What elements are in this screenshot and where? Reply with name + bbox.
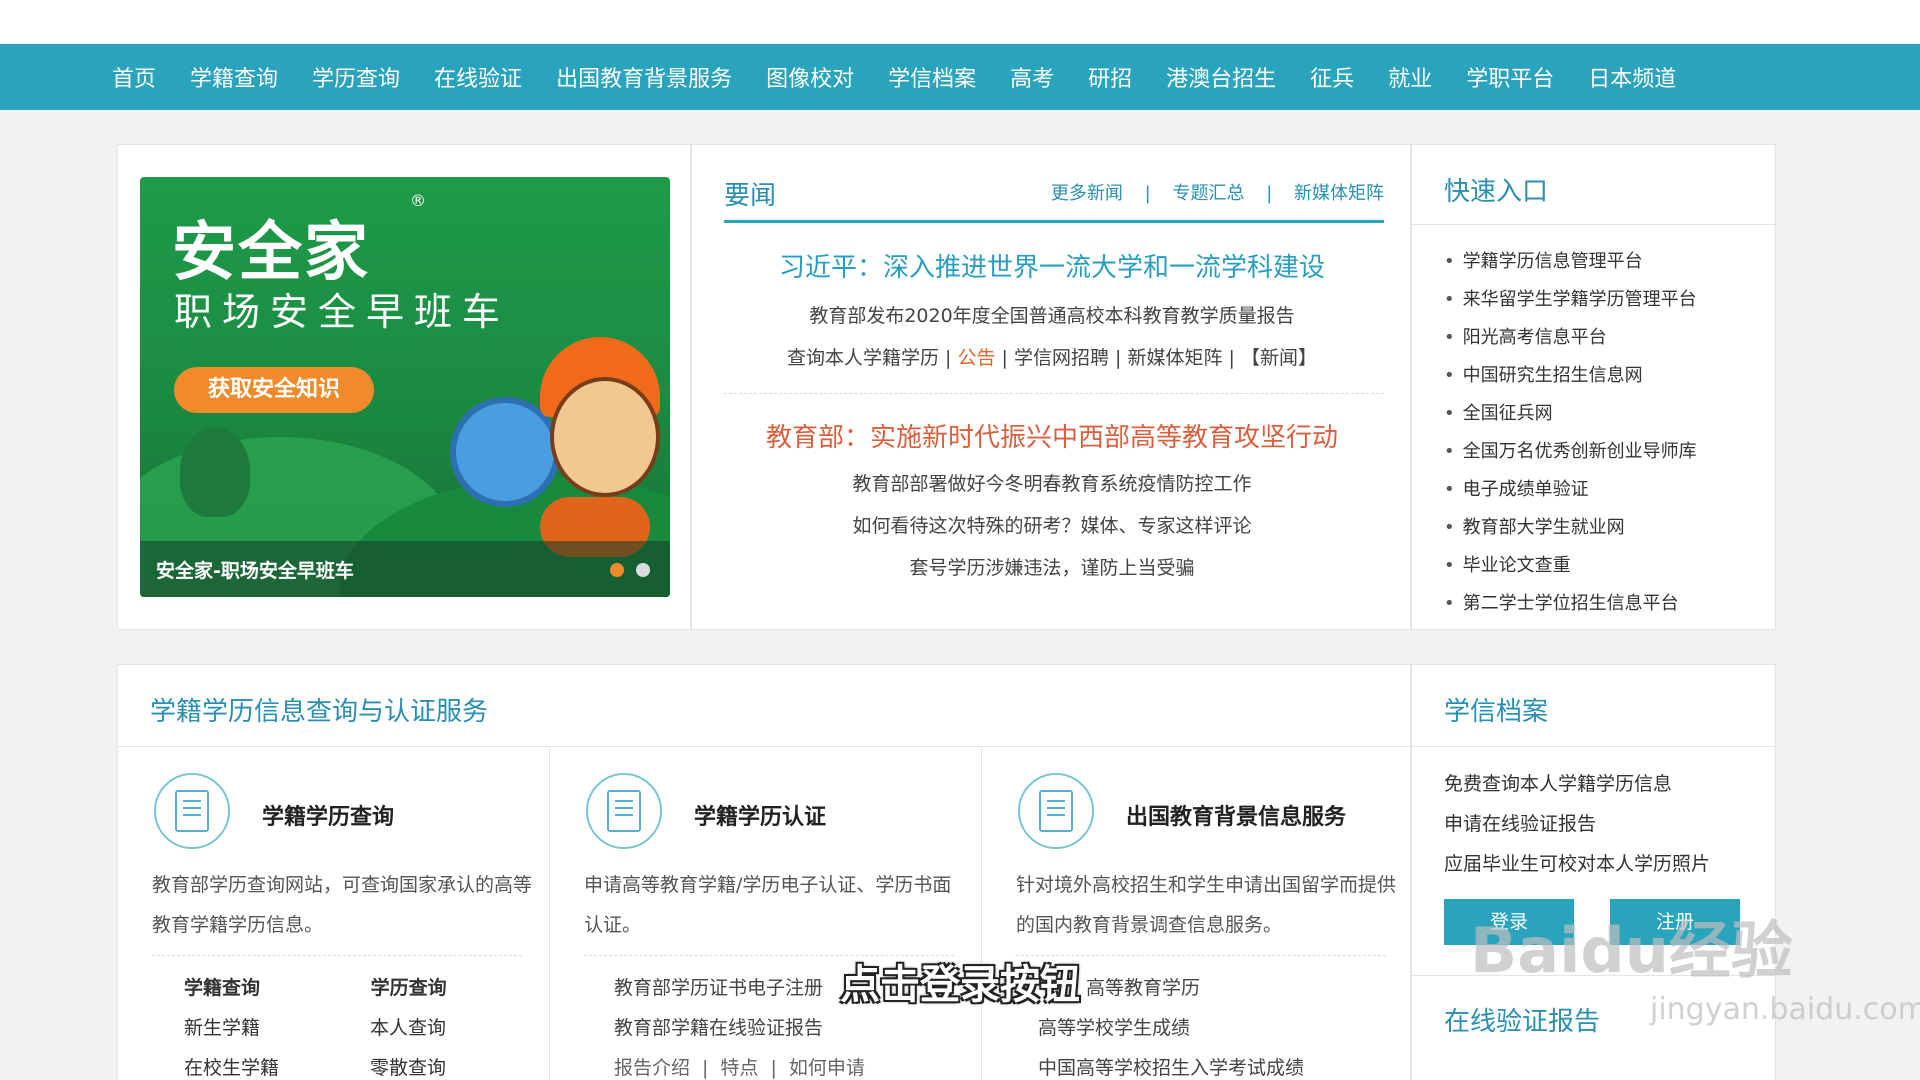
banner-subtitle: 职场安全早班车 [174, 290, 511, 334]
nav-yanzhao[interactable]: 研招 [1088, 61, 1132, 93]
notice-link[interactable]: 公告 [958, 347, 996, 369]
service-name[interactable]: 学籍学历查询 [262, 799, 394, 831]
mascot-icon [550, 377, 660, 497]
service-name[interactable]: 学籍学历认证 [694, 799, 826, 831]
quick-entry-list: 学籍学历信息管理平台 来华留学生学籍学历管理平台 阳光高考信息平台 中国研究生招… [1444, 243, 1697, 623]
service-desc: 申请高等教育学籍/学历电子认证、学历书面认证。 [584, 874, 952, 936]
quick-entry-title: 快速入口 [1444, 177, 1549, 207]
service-list-item[interactable]: 中国高等学校招生入学考试成绩 [1038, 1053, 1304, 1080]
service-column-query: 学籍学历查询 教育部学历查询网站，可查询国家承认的高等教育学籍学历信息。 学籍查… [118, 747, 550, 1080]
nav-degree-query[interactable]: 学历查询 [312, 61, 400, 93]
quick-entry-panel: 快速入口 学籍学历信息管理平台 来华留学生学籍学历管理平台 阳光高考信息平台 中… [1411, 144, 1776, 630]
report-icon [1018, 773, 1094, 849]
service-desc: 针对境外高校招生和学生申请出国留学而提供的国内教育背景调查信息服务。 [1016, 874, 1397, 936]
quick-entry-item[interactable]: 阳光高考信息平台 [1444, 319, 1697, 357]
quick-entry-item[interactable]: 全国万名优秀创新创业导师库 [1444, 433, 1697, 471]
quick-entry-item[interactable]: 电子成绩单验证 [1444, 471, 1697, 509]
service-name[interactable]: 出国教育背景信息服务 [1126, 799, 1346, 831]
archive-item[interactable]: 免费查询本人学籍学历信息 [1444, 769, 1710, 809]
video-subtitle: 点击登录按钮 [840, 962, 1080, 1008]
link-separator: | [1144, 183, 1151, 204]
quick-entry-item[interactable]: 教育部大学生就业网 [1444, 509, 1697, 547]
news-link[interactable]: 如何看待这次特殊的研考？媒体、专家这样评论 [692, 511, 1412, 538]
quick-entry-header: 快速入口 [1412, 145, 1775, 225]
news-link[interactable]: 查询本人学籍学历 | [787, 347, 957, 369]
quick-entry-item[interactable]: 全国征兵网 [1444, 395, 1697, 433]
nav-conscription[interactable]: 征兵 [1310, 61, 1354, 93]
archive-list: 免费查询本人学籍学历信息 申请在线验证报告 应届毕业生可校对本人学历照片 [1444, 769, 1710, 889]
news-title: 要闻 [724, 181, 777, 211]
nav-gaokao[interactable]: 高考 [1010, 61, 1054, 93]
news-link[interactable]: 教育部部署做好今冬明春教育系统疫情防控工作 [692, 469, 1412, 496]
nav-archive[interactable]: 学信档案 [888, 61, 976, 93]
how-to-apply-link[interactable]: 如何申请 [789, 1057, 865, 1079]
news-panel: 要闻 更多新闻 | 专题汇总 | 新媒体矩阵 习近平：深入推进世界一流大学和一流… [691, 144, 1411, 630]
news-link-row: 查询本人学籍学历 | 公告 | 学信网招聘 | 新媒体矩阵 | 【新闻】 [692, 343, 1412, 370]
single-query-link[interactable]: 零散查询 [370, 1053, 550, 1080]
archive-title: 学信档案 [1444, 697, 1549, 727]
quick-entry-item[interactable]: 来华留学生学籍学历管理平台 [1444, 281, 1697, 319]
carousel-dot-active[interactable] [610, 563, 624, 577]
service-list-item[interactable]: 高等学校学生成绩 [1038, 1013, 1304, 1053]
nav-japan[interactable]: 日本频道 [1588, 61, 1676, 93]
top-blank-bar [0, 0, 1920, 44]
nav-employment[interactable]: 就业 [1388, 61, 1432, 93]
new-media-link[interactable]: 新媒体矩阵 [1294, 183, 1384, 204]
dashed-divider [724, 393, 1384, 394]
new-student-link[interactable]: 新生学籍 [184, 1013, 364, 1040]
service-desc: 教育部学历查询网站，可查询国家承认的高等教育学籍学历信息。 [152, 874, 533, 936]
service-column-abroad: 出国教育背景信息服务 针对境外高校招生和学生申请出国留学而提供的国内教育背景调查… [982, 747, 1412, 1080]
archive-item[interactable]: 申请在线验证报告 [1444, 809, 1710, 849]
news-link[interactable]: 套号学历涉嫌违法，谨防上当受骗 [692, 553, 1412, 580]
banner-panel: 安全家 ® 职场安全早班车 获取安全知识 安全家-职场安全早班车 [117, 144, 691, 630]
quick-entry-item[interactable]: 学籍学历信息管理平台 [1444, 243, 1697, 281]
topics-link[interactable]: 专题汇总 [1172, 183, 1244, 204]
report-intro-link[interactable]: 报告介绍 [614, 1057, 690, 1079]
certificate-icon [586, 773, 662, 849]
service-panel: 学籍学历信息查询与认证服务 学籍学历查询 教育部学历查询网站，可查询国家承认的高… [117, 664, 1411, 1080]
banner-caption: 安全家-职场安全早班车 [156, 560, 354, 582]
nav-career[interactable]: 学职平台 [1466, 61, 1554, 93]
more-news-link[interactable]: 更多新闻 [1051, 183, 1123, 204]
service-title: 学籍学历信息查询与认证服务 [150, 697, 489, 727]
quick-entry-item[interactable]: 毕业论文查重 [1444, 547, 1697, 585]
headline-link[interactable]: 教育部：实施新时代振兴中西部高等教育攻坚行动 [692, 417, 1412, 454]
tree-shape [180, 427, 250, 517]
document-search-icon [154, 773, 230, 849]
nav-online-verify[interactable]: 在线验证 [434, 61, 522, 93]
quick-entry-item[interactable]: 第二学士学位招生信息平台 [1444, 585, 1697, 623]
banner-carousel[interactable]: 安全家 ® 职场安全早班车 获取安全知识 安全家-职场安全早班车 [140, 177, 670, 597]
link-separator: | [1266, 183, 1273, 204]
news-header: 要闻 更多新闻 | 专题汇总 | 新媒体矩阵 [724, 175, 1384, 223]
current-student-link[interactable]: 在校生学籍 [184, 1053, 364, 1080]
nav-status-query[interactable]: 学籍查询 [190, 61, 278, 93]
archive-header: 学信档案 [1412, 665, 1775, 747]
news-link[interactable]: 教育部发布2020年度全国普通高校本科教育教学质量报告 [692, 301, 1412, 328]
service-header: 学籍学历信息查询与认证服务 [118, 665, 1410, 747]
service-sublinks: 报告介绍 | 特点 | 如何申请 [614, 1057, 865, 1079]
carousel-dot[interactable] [636, 563, 650, 577]
news-more-links: 更多新闻 | 专题汇总 | 新媒体矩阵 [1051, 179, 1384, 205]
quick-entry-item[interactable]: 中国研究生招生信息网 [1444, 357, 1697, 395]
nav-abroad-service[interactable]: 出国教育背景服务 [556, 61, 732, 93]
nav-image-check[interactable]: 图像校对 [766, 61, 854, 93]
self-query-link[interactable]: 本人查询 [370, 1013, 550, 1040]
service-column-certify: 学籍学历认证 申请高等教育学籍/学历电子认证、学历书面认证。 教育部学历证书电子… [550, 747, 982, 1080]
service-list-item[interactable]: 教育部学籍在线验证报告 [614, 1013, 877, 1053]
banner-cta-button[interactable]: 获取安全知识 [174, 367, 374, 413]
headline-link[interactable]: 习近平：深入推进世界一流大学和一流学科建设 [692, 247, 1412, 284]
nav-hmt[interactable]: 港澳台招生 [1166, 61, 1276, 93]
news-link[interactable]: | 学信网招聘 | 新媒体矩阵 | 【新闻】 [996, 347, 1317, 369]
main-nav: 首页 学籍查询 学历查询 在线验证 出国教育背景服务 图像校对 学信档案 高考 … [0, 44, 1920, 110]
registered-mark: ® [410, 191, 426, 210]
archive-item[interactable]: 应届毕业生可校对本人学历照片 [1444, 849, 1710, 889]
nav-home[interactable]: 首页 [112, 61, 156, 93]
banner-logo-title: 安全家 [172, 216, 370, 290]
features-link[interactable]: 特点 [720, 1057, 758, 1079]
